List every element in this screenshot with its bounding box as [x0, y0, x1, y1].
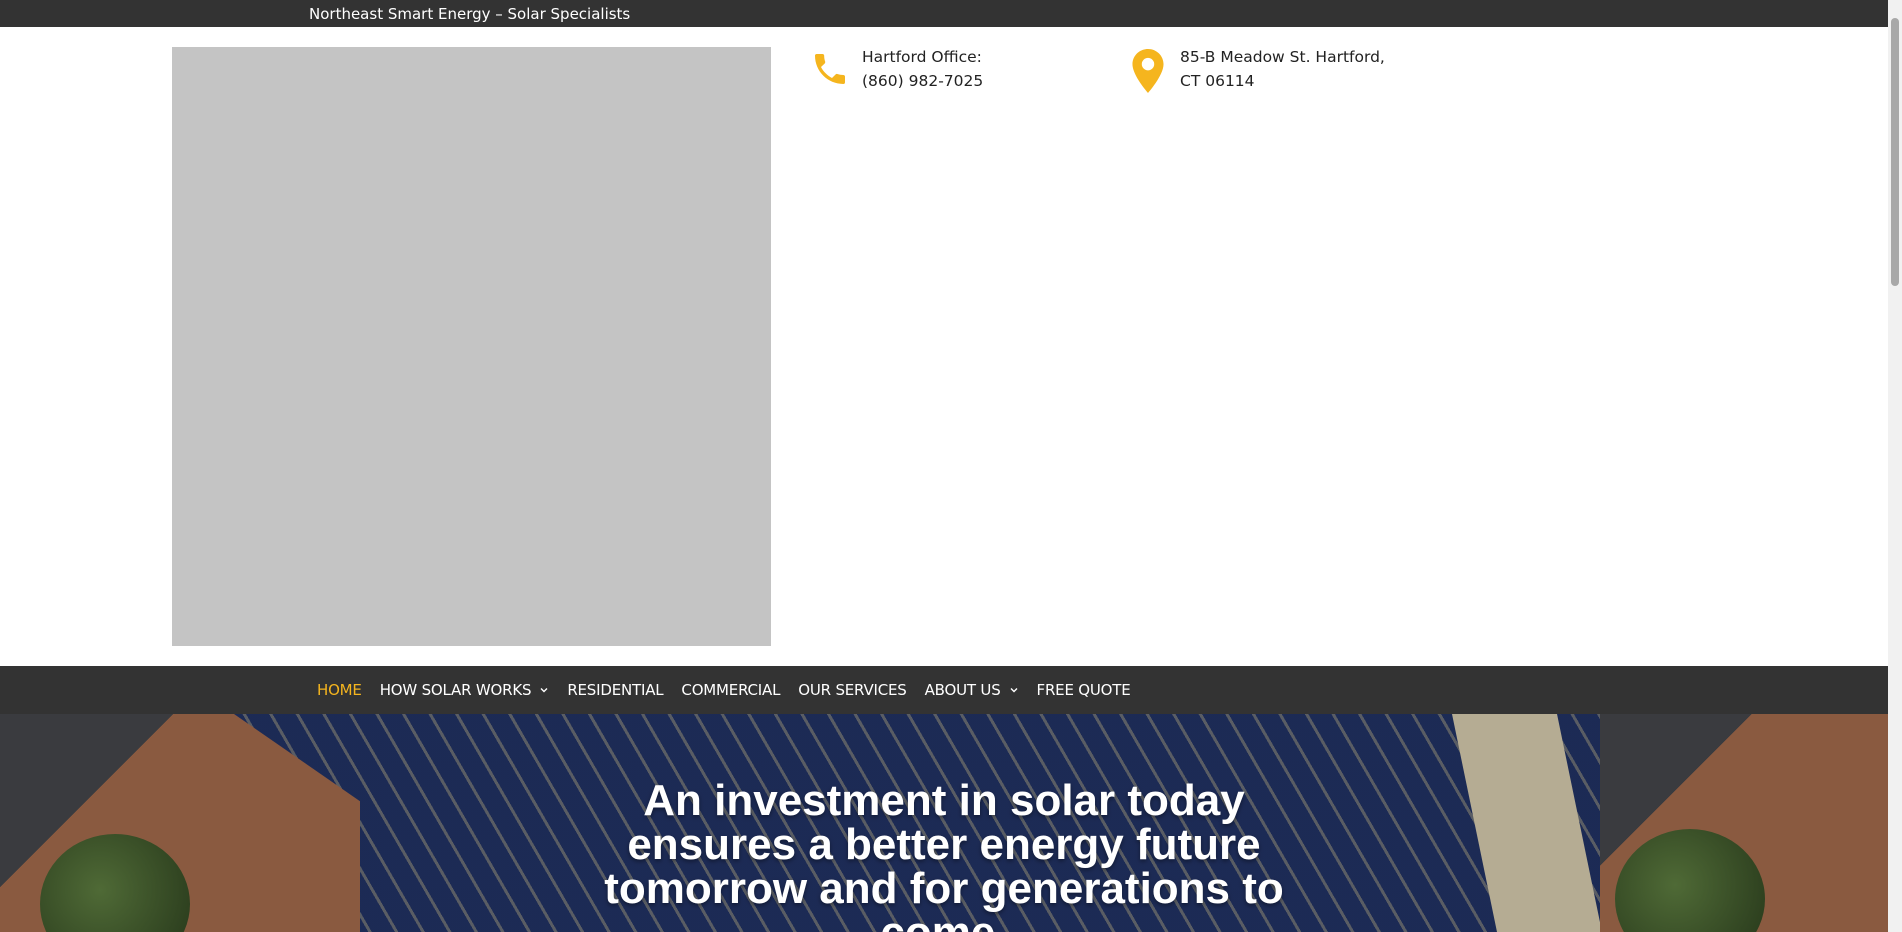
nav-label: COMMERCIAL — [681, 681, 781, 699]
hero-roof-right — [1452, 714, 1602, 932]
phone-contact: Hartford Office: (860) 982-7025 — [806, 45, 983, 93]
nav-residential[interactable]: RESIDENTIAL — [567, 681, 663, 699]
nav-label: FREE QUOTE — [1036, 681, 1131, 699]
nav-our-services[interactable]: OUR SERVICES — [798, 681, 907, 699]
main-navigation: HOME HOW SOLAR WORKS RESIDENTIAL COMMERC… — [0, 666, 1888, 714]
logo-image-placeholder[interactable] — [172, 47, 771, 646]
nav-how-solar-works[interactable]: HOW SOLAR WORKS — [380, 681, 550, 699]
page-scrollbar[interactable] — [1888, 0, 1902, 932]
nav-label: ABOUT US — [924, 681, 1001, 699]
address-text: 85-B Meadow St. Hartford, CT 06114 — [1180, 48, 1385, 90]
hero-banner: An investment in solar today ensures a b… — [0, 714, 1888, 932]
chevron-down-icon — [1010, 688, 1018, 693]
site-title[interactable]: Northeast Smart Energy – Solar Specialis… — [309, 5, 630, 23]
scrollbar-thumb[interactable] — [1891, 18, 1899, 286]
office-label: Hartford Office: — [862, 48, 982, 66]
top-bar: Northeast Smart Energy – Solar Specialis… — [0, 0, 1888, 27]
nav-free-quote[interactable]: FREE QUOTE — [1037, 681, 1131, 699]
chevron-down-icon — [540, 688, 548, 693]
phone-icon — [806, 45, 854, 93]
map-pin-icon — [1124, 45, 1172, 93]
nav-about-us[interactable]: ABOUT US — [925, 681, 1019, 699]
hero-headline: An investment in solar today ensures a b… — [604, 776, 1284, 932]
nav-label: HOW SOLAR WORKS — [379, 681, 532, 699]
nav-label: RESIDENTIAL — [567, 681, 664, 699]
nav-home[interactable]: HOME — [317, 681, 362, 699]
header: Hartford Office: (860) 982-7025 85-B Mea… — [0, 27, 1888, 666]
nav-label: HOME — [317, 681, 362, 699]
nav-commercial[interactable]: COMMERCIAL — [681, 681, 780, 699]
phone-number[interactable]: (860) 982-7025 — [862, 69, 983, 93]
address-contact: 85-B Meadow St. Hartford, CT 06114 — [1124, 45, 1405, 93]
nav-label: OUR SERVICES — [798, 681, 907, 699]
